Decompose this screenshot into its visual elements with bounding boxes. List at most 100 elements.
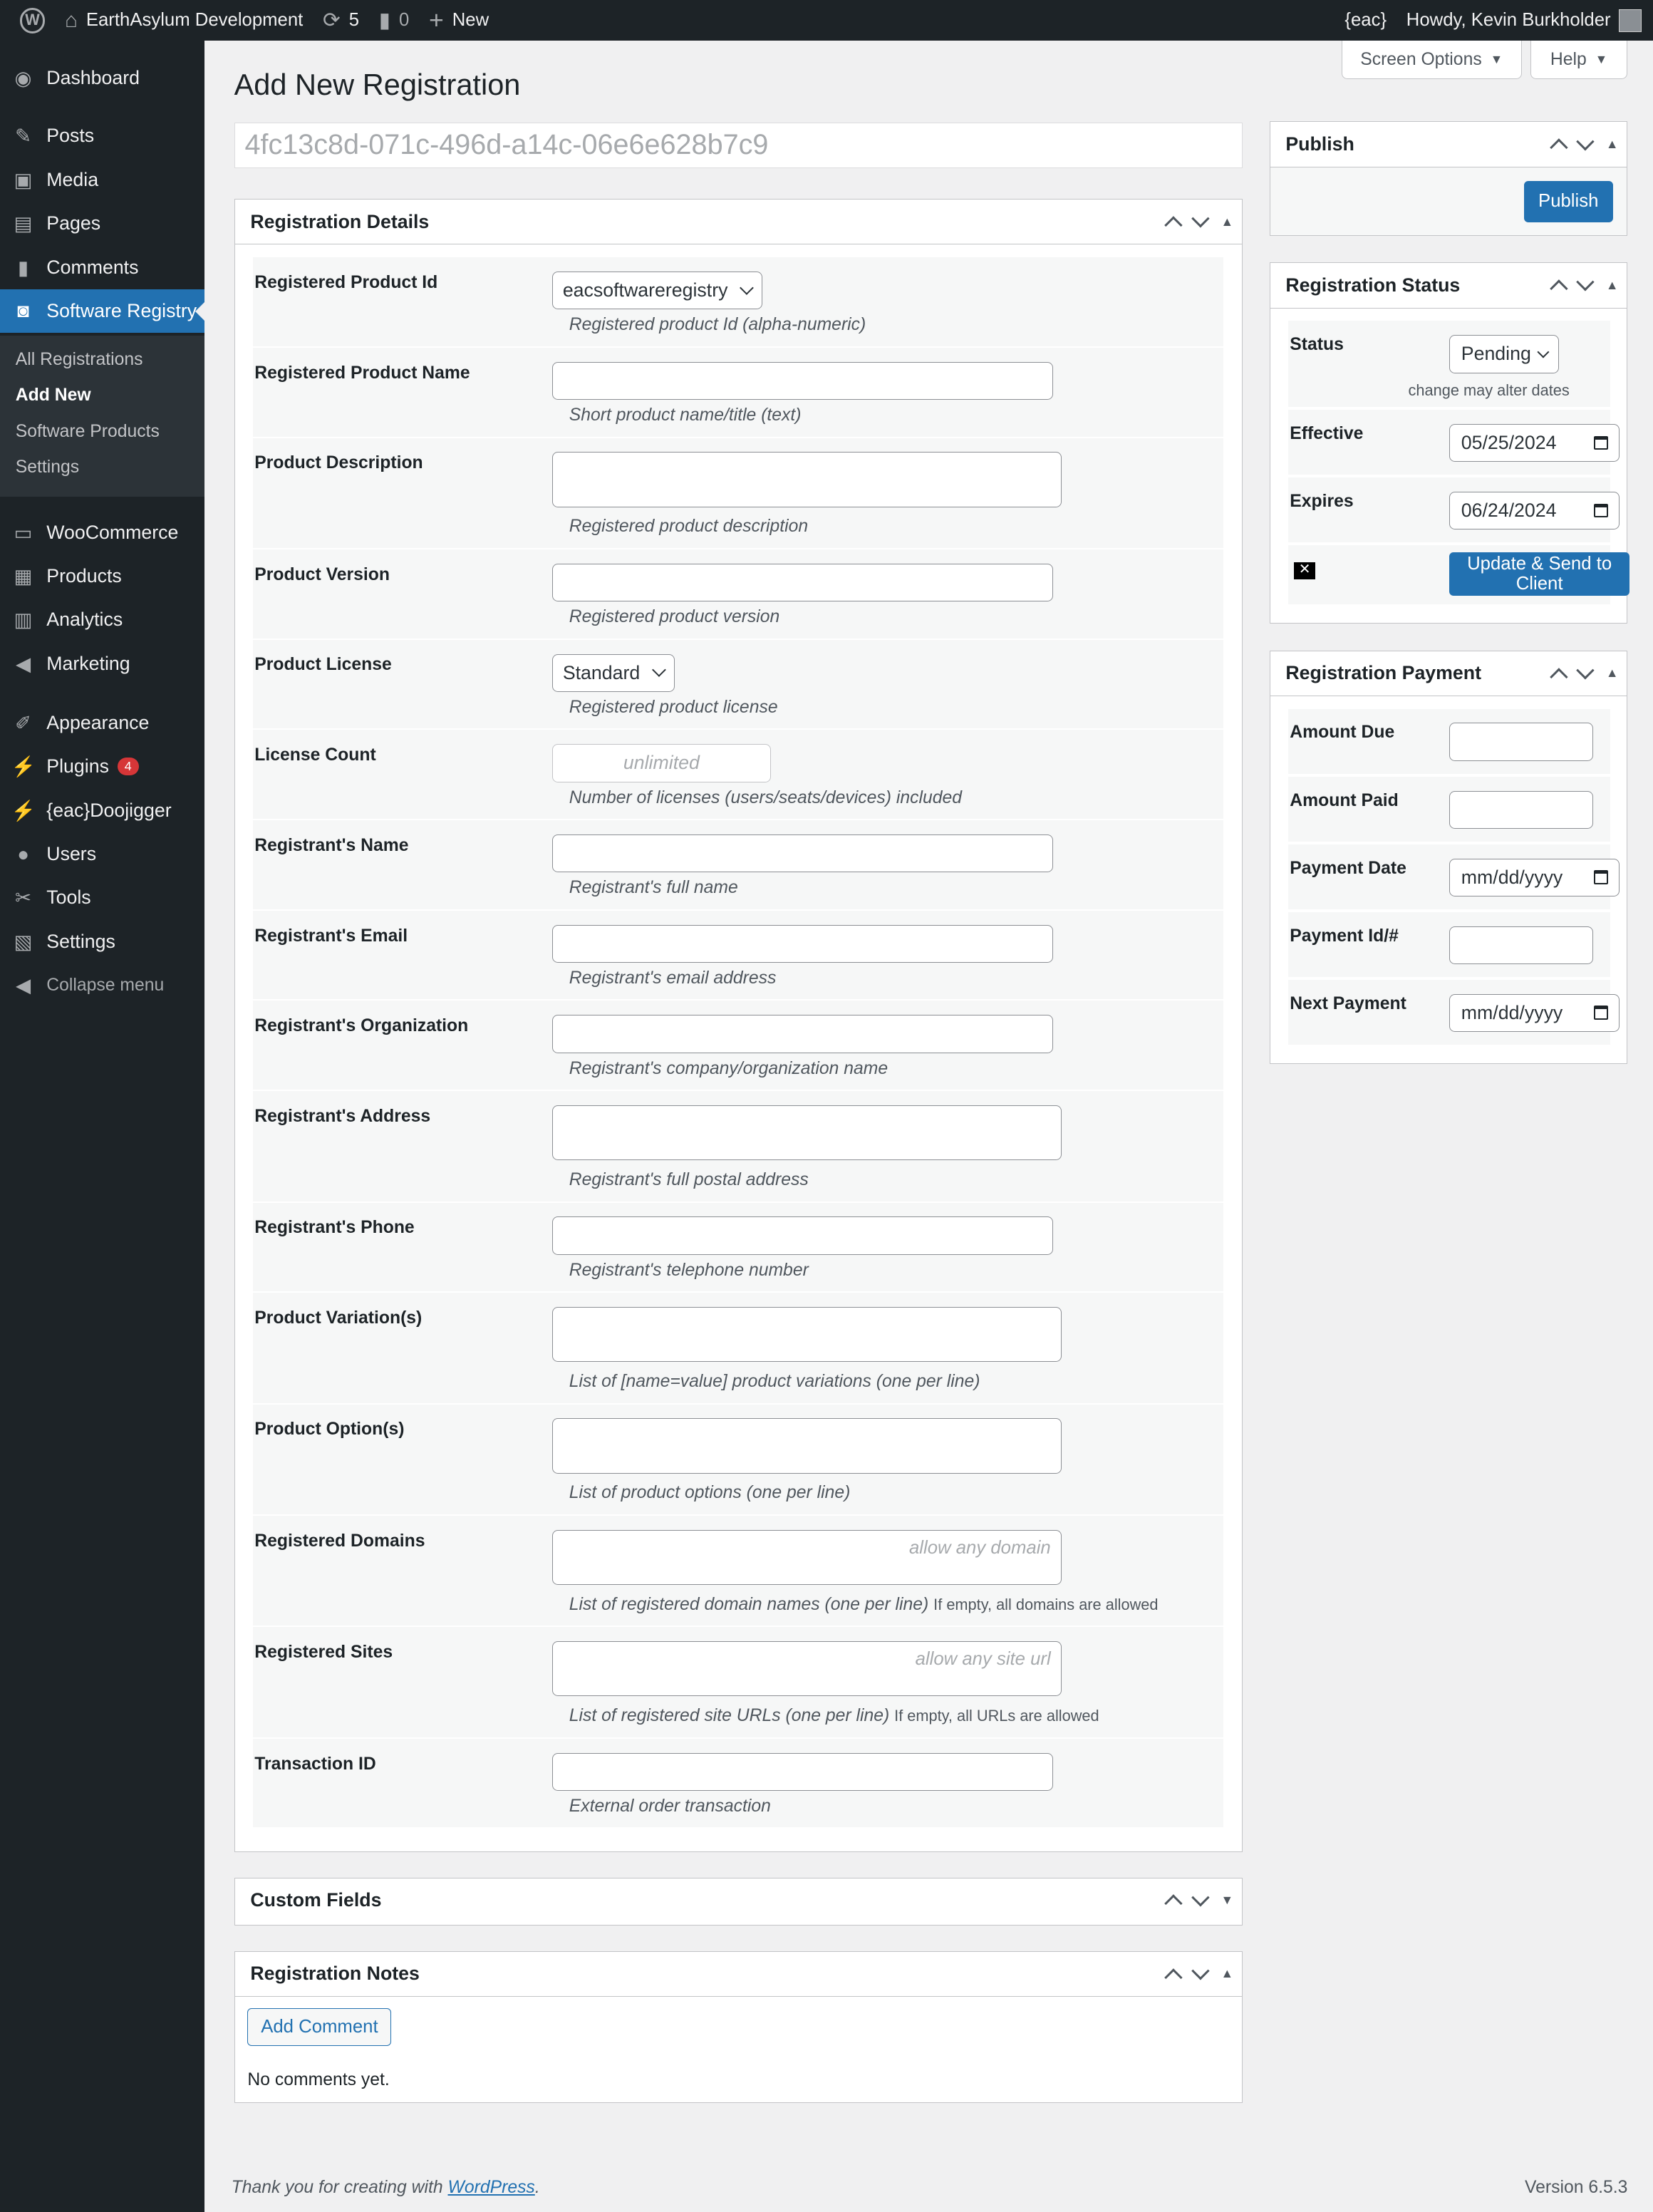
sidebar-item-dashboard[interactable]: ◉ Dashboard	[0, 56, 204, 100]
field-label: Registered Sites	[254, 1643, 393, 1663]
payment-date-input[interactable]: mm/dd/yyyy	[1449, 993, 1620, 1032]
move-up-icon[interactable]	[1549, 668, 1568, 686]
field-description: List of registered site URLs (one per li…	[569, 1706, 1099, 1726]
status-select[interactable]: Pending	[1449, 335, 1560, 373]
move-down-icon[interactable]	[1576, 132, 1595, 151]
sidebar-item-woocommerce[interactable]: ▭ WooCommerce	[0, 511, 204, 554]
field-select[interactable]: Standard	[551, 653, 675, 692]
move-up-icon[interactable]	[1164, 1968, 1183, 1987]
move-up-icon[interactable]	[1164, 1894, 1183, 1913]
sidebar-item-plugins[interactable]: ⚡ Plugins 4	[0, 745, 204, 788]
sidebar-item-marketing[interactable]: ◀ Marketing	[0, 642, 204, 686]
field-label: Registrant's Address	[254, 1106, 431, 1126]
account-menu[interactable]: Howdy, Kevin Burkholder	[1406, 9, 1642, 32]
payment-label: Next Payment	[1290, 993, 1406, 1013]
payment-date-input[interactable]: mm/dd/yyyy	[1449, 858, 1620, 896]
payment-input[interactable]	[1449, 926, 1593, 964]
submenu-item[interactable]: Add New	[16, 386, 91, 405]
sidebar-item-settings[interactable]: ▧ Settings	[0, 920, 204, 963]
field-input[interactable]	[551, 1216, 1053, 1255]
site-name-link[interactable]: ⌂ EarthAsylum Development	[65, 9, 303, 33]
add-comment-button[interactable]: Add Comment	[247, 2007, 392, 2047]
submenu: All Registrations Add New Software Product…	[0, 336, 205, 497]
comments-link[interactable]: ▮ 0	[379, 8, 410, 33]
field-textarea[interactable]	[551, 1307, 1062, 1363]
toggle-icon[interactable]: ▲	[1606, 278, 1619, 293]
wordpress-link[interactable]: WordPress	[447, 2178, 534, 2197]
help-button[interactable]: Help ▼	[1530, 41, 1628, 79]
move-up-icon[interactable]	[1549, 279, 1568, 298]
toggle-icon[interactable]: ▲	[1606, 137, 1619, 152]
move-up-icon[interactable]	[1164, 216, 1183, 234]
calendar-icon[interactable]	[1593, 435, 1608, 450]
form-row: Registrant's Phone Registrant's telephone…	[253, 1202, 1224, 1292]
field-input[interactable]: unlimited	[551, 744, 771, 782]
sidebar-item-posts[interactable]: ✎ Posts	[0, 114, 204, 157]
eac-menu[interactable]: {eac}	[1344, 10, 1387, 31]
toggle-icon[interactable]: ▼	[1221, 1893, 1233, 1908]
payment-input[interactable]	[1449, 723, 1593, 761]
settings-icon: ▧	[14, 930, 33, 953]
collapse-menu-button[interactable]: ◀ Collapse menu	[0, 963, 204, 1007]
move-up-icon[interactable]	[1549, 138, 1568, 157]
field-textarea[interactable]	[551, 1418, 1062, 1474]
field-textarea[interactable]	[551, 1105, 1062, 1161]
field-input[interactable]	[551, 924, 1053, 963]
page-title: Add New Registration	[234, 68, 521, 102]
sidebar-item--eac-doojigger[interactable]: ⚡ {eac}Doojigger	[0, 789, 204, 832]
registration-notes-box: Registration Notes ▲ Add Comment No comm…	[234, 1950, 1243, 2104]
field-input[interactable]	[551, 1015, 1053, 1053]
sidebar-item-media[interactable]: ▣ Media	[0, 158, 204, 202]
move-down-icon[interactable]	[1576, 661, 1595, 680]
footer-thanks: Thank you for creating with WordPress.	[231, 2178, 540, 2198]
field-textarea[interactable]: allow any domain	[551, 1529, 1062, 1585]
status-note: change may alter dates	[1408, 381, 1570, 400]
submenu-item[interactable]: Settings	[16, 458, 79, 477]
field-textarea[interactable]: allow any site url	[551, 1641, 1062, 1697]
calendar-icon[interactable]	[1593, 503, 1608, 518]
field-input[interactable]	[551, 563, 1053, 602]
update-send-button[interactable]: Update & Send to Client	[1449, 552, 1630, 596]
form-row: Product Description Registered product de…	[253, 438, 1224, 549]
field-input[interactable]	[551, 834, 1053, 873]
plugin-icon: ⚡	[11, 799, 36, 822]
effective-date-input[interactable]: 05/25/2024	[1449, 423, 1620, 462]
calendar-icon[interactable]	[1593, 1006, 1608, 1020]
updates-link[interactable]: ⟳ 5	[323, 8, 359, 33]
title-input[interactable]	[234, 123, 1243, 168]
sidebar-item-analytics[interactable]: ▥ Analytics	[0, 598, 204, 641]
move-down-icon[interactable]	[1191, 1888, 1210, 1907]
sidebar-item-users[interactable]: ● Users	[0, 832, 204, 876]
form-row: Product License Standard Registered produc…	[253, 639, 1224, 729]
expires-date-input[interactable]: 06/24/2024	[1449, 491, 1620, 530]
field-textarea[interactable]	[551, 452, 1062, 507]
sidebar-item-appearance[interactable]: ✐ Appearance	[0, 701, 204, 745]
move-down-icon[interactable]	[1576, 273, 1595, 291]
submenu-item[interactable]: All Registrations	[16, 350, 143, 370]
sidebar-item-comments[interactable]: ▮ Comments	[0, 245, 204, 289]
wordpress-logo-icon[interactable]: W	[19, 7, 46, 33]
calendar-icon[interactable]	[1593, 870, 1608, 885]
form-row: Product Variation(s) List of [name=value]…	[253, 1293, 1224, 1403]
move-down-icon[interactable]	[1191, 1962, 1210, 1980]
toggle-icon[interactable]: ▲	[1221, 215, 1233, 229]
sidebar-item-products[interactable]: ▦ Products	[0, 554, 204, 598]
toggle-icon[interactable]: ▲	[1606, 666, 1619, 681]
new-content-link[interactable]: + New	[429, 6, 489, 35]
sidebar-item-pages[interactable]: ▤ Pages	[0, 202, 204, 245]
field-input[interactable]	[551, 361, 1053, 400]
submenu-item[interactable]: Software Products	[16, 422, 160, 442]
move-down-icon[interactable]	[1191, 210, 1210, 228]
toggle-icon[interactable]: ▲	[1221, 1966, 1233, 1981]
sidebar-item-software-registry[interactable]: ◙ Software Registry	[0, 289, 206, 334]
publish-button[interactable]: Publish	[1523, 181, 1613, 222]
field-description: Short product name/title (text)	[569, 405, 802, 425]
field-description: External order transaction	[569, 1796, 771, 1816]
field-label: Registered Domains	[254, 1531, 425, 1551]
sidebar-item-tools[interactable]: ✂ Tools	[0, 876, 204, 919]
payment-input[interactable]	[1449, 790, 1593, 829]
email-icon: ✕	[1294, 562, 1315, 579]
screen-options-button[interactable]: Screen Options ▼	[1341, 41, 1522, 79]
field-input[interactable]	[551, 1752, 1053, 1791]
field-select[interactable]: eacsoftwareregistry	[551, 272, 762, 310]
